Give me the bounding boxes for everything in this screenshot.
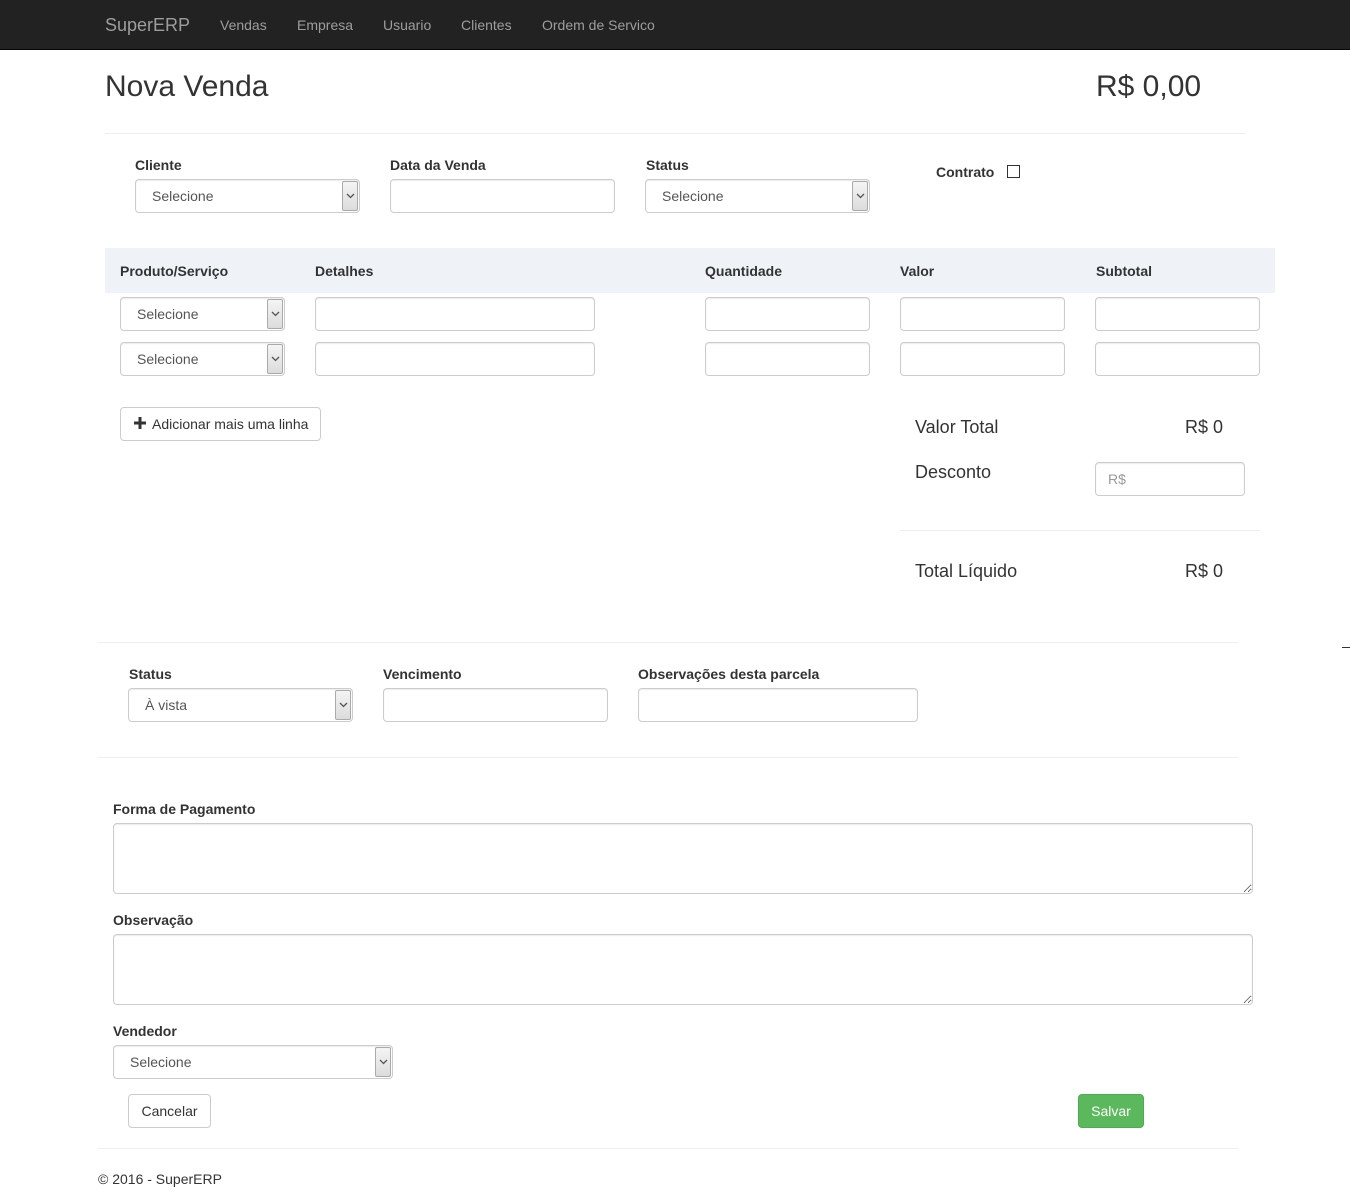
chevron-down-icon <box>267 299 283 329</box>
top-navbar: SuperERP Vendas Empresa Usuario Clientes… <box>0 0 1350 50</box>
row2-valor-input[interactable] <box>900 342 1065 376</box>
col-header-detalhes: Detalhes <box>315 263 374 279</box>
divider <box>98 757 1238 758</box>
header-total: R$ 0,00 <box>1096 70 1202 103</box>
forma-pagamento-label: Forma de Pagamento <box>113 801 256 817</box>
nav-link-empresa[interactable]: Empresa <box>297 16 353 34</box>
status-select[interactable]: Selecione <box>645 179 870 213</box>
divider <box>98 1148 1238 1149</box>
desconto-label: Desconto <box>915 462 992 482</box>
footer-text: © 2016 - SuperERP <box>98 1171 222 1187</box>
edge-mark <box>1342 647 1350 648</box>
data-venda-input[interactable] <box>390 179 615 213</box>
parcela-status-label: Status <box>129 666 172 682</box>
cancel-button[interactable]: Cancelar <box>128 1094 211 1128</box>
row1-subtotal-input[interactable] <box>1095 297 1260 331</box>
parcela-status-select[interactable]: À vista <box>128 688 353 722</box>
observacoes-parcela-label: Observações desta parcela <box>638 666 820 682</box>
vendedor-select-value: Selecione <box>130 1054 192 1070</box>
divider <box>105 133 1245 134</box>
col-header-quantidade: Quantidade <box>705 263 783 279</box>
row1-produto-select[interactable]: Selecione <box>120 297 285 331</box>
brand-link[interactable]: SuperERP <box>105 15 190 35</box>
chevron-down-icon <box>267 344 283 374</box>
row1-quantidade-input[interactable] <box>705 297 870 331</box>
cliente-label: Cliente <box>135 157 182 173</box>
chevron-down-icon <box>852 181 868 211</box>
plus-icon <box>133 416 147 433</box>
total-liquido-value: R$ 0 <box>1185 561 1224 581</box>
contrato-checkbox[interactable] <box>1007 165 1020 178</box>
add-line-label: Adicionar mais uma linha <box>152 416 309 432</box>
valor-total-label: Valor Total <box>915 417 999 437</box>
page-title: Nova Venda <box>105 70 269 103</box>
cliente-select[interactable]: Selecione <box>135 179 360 213</box>
row1-valor-input[interactable] <box>900 297 1065 331</box>
col-header-subtotal: Subtotal <box>1096 263 1152 279</box>
chevron-down-icon <box>335 690 351 720</box>
add-line-button[interactable]: Adicionar mais uma linha <box>120 407 321 441</box>
status-select-value: Selecione <box>662 188 724 204</box>
cliente-select-value: Selecione <box>152 188 214 204</box>
row2-quantidade-input[interactable] <box>705 342 870 376</box>
row2-subtotal-input[interactable] <box>1095 342 1260 376</box>
desconto-input[interactable] <box>1095 462 1245 496</box>
parcela-status-value: À vista <box>145 697 188 713</box>
observacao-textarea[interactable] <box>113 934 1253 1005</box>
status-label: Status <box>646 157 689 173</box>
nav-link-vendas[interactable]: Vendas <box>220 16 267 34</box>
row2-produto-select[interactable]: Selecione <box>120 342 285 376</box>
nav-link-clientes[interactable]: Clientes <box>461 16 512 34</box>
nav-link-ordem-servico[interactable]: Ordem de Servico <box>542 16 655 34</box>
summary-divider <box>900 530 1260 531</box>
forma-pagamento-textarea[interactable] <box>113 823 1253 894</box>
col-header-produto: Produto/Serviço <box>120 263 229 279</box>
save-button[interactable]: Salvar <box>1078 1094 1144 1128</box>
valor-total-value: R$ 0 <box>1185 417 1224 437</box>
row1-produto-value: Selecione <box>137 306 199 322</box>
row1-detalhes-input[interactable] <box>315 297 595 331</box>
chevron-down-icon <box>342 181 358 211</box>
observacao-label: Observação <box>113 912 194 928</box>
vencimento-label: Vencimento <box>383 666 462 682</box>
nav-link-usuario[interactable]: Usuario <box>383 16 431 34</box>
total-liquido-label: Total Líquido <box>915 561 1018 581</box>
data-venda-label: Data da Venda <box>390 157 486 173</box>
observacoes-parcela-input[interactable] <box>638 688 918 722</box>
contrato-label: Contrato <box>936 164 995 180</box>
col-header-valor: Valor <box>900 263 935 279</box>
vencimento-input[interactable] <box>383 688 608 722</box>
chevron-down-icon <box>375 1047 391 1077</box>
vendedor-select[interactable]: Selecione <box>113 1045 393 1079</box>
divider <box>98 642 1238 643</box>
vendedor-label: Vendedor <box>113 1023 177 1039</box>
row2-produto-value: Selecione <box>137 351 199 367</box>
row2-detalhes-input[interactable] <box>315 342 595 376</box>
